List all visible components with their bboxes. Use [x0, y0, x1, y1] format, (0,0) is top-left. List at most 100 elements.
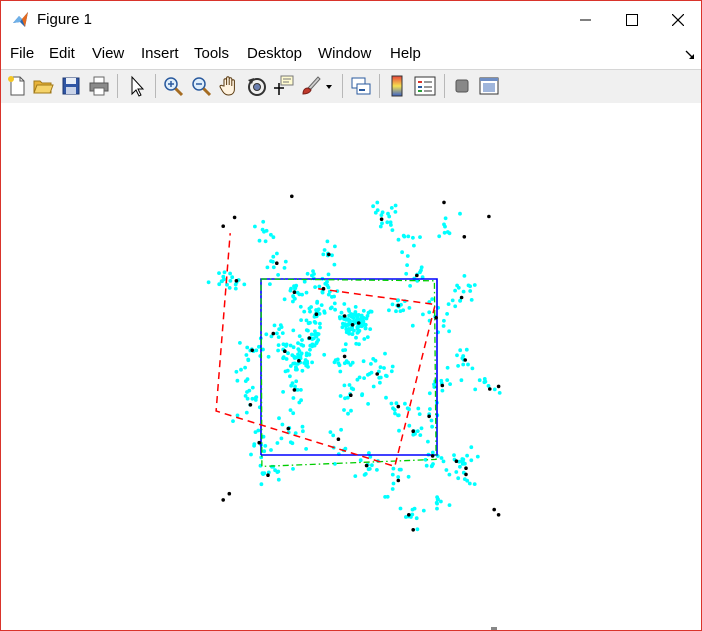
black-center-point [396, 303, 401, 308]
cyan-data-point [445, 365, 450, 370]
dock-arrow-icon[interactable] [685, 47, 695, 65]
toolbar-separator [379, 74, 380, 98]
cyan-data-point [282, 266, 287, 270]
cyan-data-point [378, 380, 382, 385]
menu-file[interactable]: File [10, 45, 34, 62]
cyan-data-point [300, 338, 304, 342]
cyan-data-point [482, 377, 487, 381]
cyan-data-point [244, 353, 249, 357]
menu-desktop[interactable]: Desktop [247, 45, 302, 62]
cyan-data-point [462, 274, 467, 278]
cyan-data-point [277, 327, 281, 331]
save-icon[interactable] [59, 74, 83, 98]
menu-insert[interactable]: Insert [141, 45, 179, 62]
cyan-data-point [246, 358, 251, 363]
black-center-point [314, 312, 319, 316]
select-arrow-icon[interactable] [125, 74, 149, 98]
cyan-data-point [473, 387, 478, 392]
cyan-data-point [301, 429, 305, 434]
legend-icon[interactable] [413, 74, 437, 98]
cyan-data-point [276, 343, 281, 347]
black-center-point [459, 295, 464, 300]
black-center-point [297, 359, 301, 363]
cyan-data-point [269, 232, 273, 237]
resize-grip[interactable] [491, 627, 497, 630]
cyan-data-point [231, 419, 235, 423]
cyan-data-point [342, 383, 347, 388]
cyan-data-point [333, 244, 337, 249]
cyan-data-point [292, 356, 297, 360]
colorbar-icon[interactable] [385, 74, 409, 98]
cyan-data-point [373, 210, 378, 215]
menu-help[interactable]: Help [390, 45, 421, 62]
menu-view[interactable]: View [92, 45, 124, 62]
zoom-in-icon[interactable] [161, 74, 185, 98]
black-center-point [496, 384, 501, 389]
link-plot-icon[interactable] [349, 74, 373, 98]
cyan-data-point [315, 340, 319, 344]
new-figure-icon[interactable] [5, 74, 29, 98]
hide-plot-tools-icon[interactable] [450, 74, 474, 98]
cyan-data-point [375, 200, 380, 205]
cyan-data-point [346, 322, 351, 326]
menu-edit[interactable]: Edit [49, 45, 75, 62]
cyan-data-point [384, 373, 388, 378]
cyan-data-point [288, 408, 293, 412]
cyan-data-point [249, 452, 253, 457]
cyan-data-point [418, 270, 422, 275]
black-center-point [488, 387, 492, 391]
cyan-data-point [291, 299, 295, 304]
cyan-data-point [295, 388, 300, 392]
cyan-data-point [343, 342, 348, 347]
cyan-data-point [323, 281, 328, 286]
black-center-point [275, 261, 279, 265]
cyan-data-point [271, 254, 276, 259]
cyan-data-point [389, 206, 394, 210]
close-button[interactable] [655, 1, 701, 39]
brush-icon[interactable] [299, 74, 323, 98]
cyan-data-point [377, 375, 382, 380]
rotate-3d-icon[interactable] [245, 74, 269, 98]
toolbar-separator [342, 74, 343, 98]
open-file-icon[interactable] [31, 74, 55, 98]
scatter-plot[interactable] [1, 103, 701, 630]
black-center-point [492, 507, 497, 512]
figure-canvas[interactable] [1, 103, 701, 630]
data-cursor-icon[interactable] [271, 74, 295, 98]
black-center-point [342, 314, 347, 318]
cyan-data-point [384, 395, 388, 400]
cyan-data-point [391, 481, 396, 486]
cyan-data-point [469, 445, 474, 450]
black-center-point [430, 454, 435, 458]
cyan-data-point [254, 395, 259, 399]
cyan-data-point [269, 259, 273, 263]
title-bar[interactable]: Figure 1 [1, 1, 701, 39]
cyan-data-point [261, 219, 266, 224]
cyan-data-point [259, 455, 264, 460]
cyan-data-point [332, 360, 337, 365]
black-center-point [427, 414, 431, 419]
black-center-point [396, 478, 401, 483]
minimize-button[interactable] [563, 1, 609, 39]
cyan-data-point [291, 396, 296, 400]
cyan-data-point [358, 458, 363, 463]
brush-dropdown-icon[interactable] [323, 74, 335, 98]
cyan-data-point [446, 302, 451, 306]
cyan-data-point [244, 410, 249, 415]
menu-window[interactable]: Window [318, 45, 371, 62]
cyan-data-point [371, 384, 376, 389]
cyan-data-point [362, 376, 366, 380]
show-plot-tools-icon[interactable] [477, 74, 501, 98]
print-icon[interactable] [87, 74, 111, 98]
zoom-out-icon[interactable] [189, 74, 213, 98]
menu-tools[interactable]: Tools [194, 45, 229, 62]
pan-hand-icon[interactable] [217, 74, 241, 98]
maximize-button[interactable] [609, 1, 655, 39]
cyan-data-point [389, 369, 394, 374]
cyan-data-point [276, 335, 281, 339]
cyan-data-point [319, 303, 324, 307]
cyan-data-point [294, 379, 299, 384]
cyan-data-point [296, 352, 300, 357]
cyan-data-point [458, 464, 462, 469]
cyan-data-point [365, 335, 370, 339]
